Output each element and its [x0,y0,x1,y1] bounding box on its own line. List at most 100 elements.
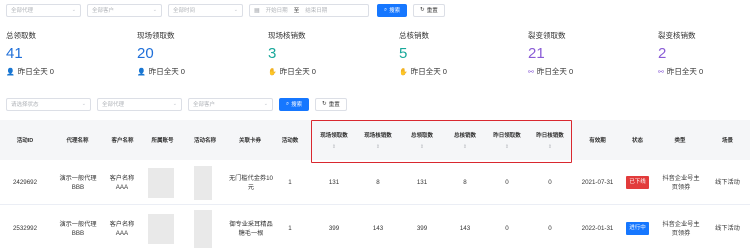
agent-select-2-value: 全部代理 [102,102,125,108]
col-label: 活动名称 [193,138,216,144]
col-activity-name: 活动名称 [185,120,225,160]
col-customer: 客户名称 [105,120,140,160]
col-label: 所属账号 [151,138,174,144]
stat-yesterday: ✋ 昨日全天 0 [399,66,519,77]
col-label: 场景 [721,138,733,144]
col-label: 客户名称 [111,138,134,144]
refresh-icon: ↻ [420,7,425,13]
chevron-down-icon: ⌄ [172,101,177,107]
cell-yesterday-verify: 0 [548,179,552,186]
cell-onsite-claim: 131 [328,179,340,186]
date-start[interactable]: 开始日期 [266,6,288,14]
cell-total-claim: 131 [416,179,428,186]
stat-yesterday: ⚯ 昨日全天 0 [528,66,648,77]
col-label: 类型 [674,138,686,144]
time-select[interactable]: 全部时间 ⌄ [168,3,243,17]
stat-label: 裂变核销数 [658,31,696,40]
date-end[interactable]: 结束日期 [305,6,327,14]
stat-label: 裂变领取数 [528,31,566,40]
hand-icon: ✋ [268,68,277,76]
reset-button-2[interactable]: ↻ 重置 [315,97,347,111]
cell-activity-count: 1 [288,225,292,232]
hand-icon: ✋ [399,68,408,76]
customer-select[interactable]: 全部客户 ⌄ [87,3,162,17]
customer-select-2[interactable]: 全部客户 ⌄ [188,97,273,111]
filter-bar-top: 全部代理 ⌄ 全部客户 ⌄ 全部时间 ⌄ ▦ 开始日期 至 结束日期 ⌕ 搜索 ↻ 重置 [6,3,451,17]
cell-status: 已下线 [620,160,655,205]
stat-yesterday: 👤 昨日全天 0 [137,66,257,77]
search-button-2[interactable]: ⌕ 搜索 [279,97,310,111]
cell-customer: 客户名称AAA [109,174,135,191]
stat-onsite-claim: 现场领取数 20 👤 昨日全天 0 [137,30,257,77]
agent-select-2[interactable]: 全部代理 ⌄ [97,97,182,111]
cell-status: 进行中 [620,206,655,251]
reset-button[interactable]: ↻ 重置 [413,3,445,17]
cell-expiry: 2021-07-31 [581,179,614,186]
col-account: 所属账号 [140,120,185,160]
stat-yesterday-text: 昨日全天 0 [148,67,185,76]
cell-activity-id: 2429692 [12,179,38,186]
stat-yesterday-text: 昨日全天 0 [410,67,447,76]
stat-yesterday-text: 昨日全天 0 [666,67,704,76]
highlight-box [311,120,572,163]
stat-label: 现场领取数 [137,31,175,40]
avatar [148,168,174,198]
status-select[interactable]: 请选择状态 ⌄ [6,97,91,111]
agent-select[interactable]: 全部代理 ⌄ [6,3,81,17]
col-scene: 场景 [705,120,750,160]
status-select-value: 请选择状态 [11,102,39,108]
stat-value: 21 [528,45,545,62]
col-label: 活动数 [281,138,299,144]
cell-scene: 线下活动 [715,225,740,232]
col-label: 有效期 [589,138,606,144]
col-label: 代理名称 [66,138,89,144]
cell-activity-count: 1 [288,179,292,186]
col-agent: 代理名称 [50,120,105,160]
stat-value: 20 [137,45,154,62]
stat-yesterday: 👤 昨日全天 0 [6,66,126,77]
calendar-icon: ▦ [254,7,260,14]
chevron-down-icon: ⌄ [263,101,268,107]
stat-yesterday: ✋ 昨日全天 0 [268,66,388,77]
cell-yesterday-claim: 0 [505,225,509,232]
col-activity-id: 活动ID [0,120,50,160]
col-coupon: 关联卡券 [225,120,275,160]
stat-yesterday-text: 昨日全天 0 [536,67,574,76]
date-range-picker[interactable]: ▦ 开始日期 至 结束日期 [249,3,369,17]
col-activity-count: 活动数 [275,120,305,160]
chevron-down-icon: ⌄ [233,7,238,13]
reset-button-label: 重置 [426,8,438,14]
refresh-icon: ↻ [322,101,327,107]
stat-value: 5 [399,45,408,62]
stat-label: 现场核销数 [268,31,306,40]
cell-agent: 演示一般代理BBB [59,220,97,237]
stat-yesterday-text: 昨日全天 0 [17,67,54,76]
col-type: 类型 [655,120,705,160]
search-button[interactable]: ⌕ 搜索 [377,3,408,17]
search-icon: ⌕ [286,100,290,107]
reset-button-2-label: 重置 [328,102,340,108]
cell-type: 抖音企业号主页领券 [662,174,700,191]
stat-label: 总核销数 [399,31,429,40]
col-expiry: 有效期 [575,120,620,160]
user-icon: 👤 [137,68,146,76]
cell-coupon: 御专业采耳精品糖毛一根 [229,220,273,237]
activity-image [194,210,212,248]
cell-activity-id: 2532992 [12,225,38,232]
chevron-down-icon: ⌄ [152,7,157,13]
cell-onsite-verify: 143 [372,225,384,232]
share-icon: ⚯ [528,68,534,76]
cell-total-verify: 143 [459,225,471,232]
stats-panel: 总领取数 41 👤 昨日全天 0 现场领取数 20 👤 昨日全天 0 现场核销数 3… [0,30,750,88]
cell-yesterday-verify: 0 [548,225,552,232]
cell-onsite-verify: 8 [376,179,380,186]
col-label: 活动ID [16,138,34,144]
stat-total-claim: 总领取数 41 👤 昨日全天 0 [6,30,126,77]
search-icon: ⌕ [384,6,388,13]
cell-agent: 演示一般代理BBB [59,174,97,191]
user-icon: 👤 [6,68,15,76]
stat-total-verify: 总核销数 5 ✋ 昨日全天 0 [399,30,519,77]
chevron-down-icon: ⌄ [71,7,76,13]
time-select-value: 全部时间 [173,8,196,14]
stat-value: 41 [6,45,23,62]
